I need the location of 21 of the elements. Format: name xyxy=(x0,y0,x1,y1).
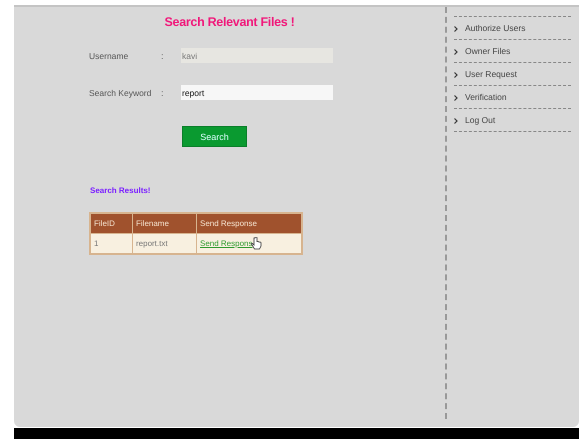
colon: : xyxy=(161,88,165,98)
chevron-icon xyxy=(454,26,458,32)
sidebar-item[interactable]: Verification xyxy=(454,92,507,102)
input-field[interactable]: report xyxy=(181,85,333,100)
column-header: Filename xyxy=(132,213,196,234)
sidebar-item[interactable]: User Request xyxy=(454,69,517,79)
sidebar-item[interactable]: Owner Files xyxy=(454,46,510,56)
field-label: Search Keyword xyxy=(89,88,152,98)
results-heading: Search Results! xyxy=(90,186,152,195)
column-header: FileID xyxy=(90,213,132,234)
chevron-icon xyxy=(454,118,458,124)
chevron-icon xyxy=(454,72,458,78)
chevron-icon xyxy=(454,94,458,101)
column-header: Send Response xyxy=(196,213,302,234)
chevron-icon xyxy=(454,48,458,55)
page-title: Search Relevant Files ! xyxy=(164,15,296,29)
field-label: Username xyxy=(89,50,130,60)
sidebar-item[interactable]: Log Out xyxy=(454,115,496,125)
hand-cursor-icon xyxy=(251,236,262,250)
colon: : xyxy=(161,50,165,60)
sidebar-item[interactable]: Authorize Users xyxy=(454,23,526,33)
